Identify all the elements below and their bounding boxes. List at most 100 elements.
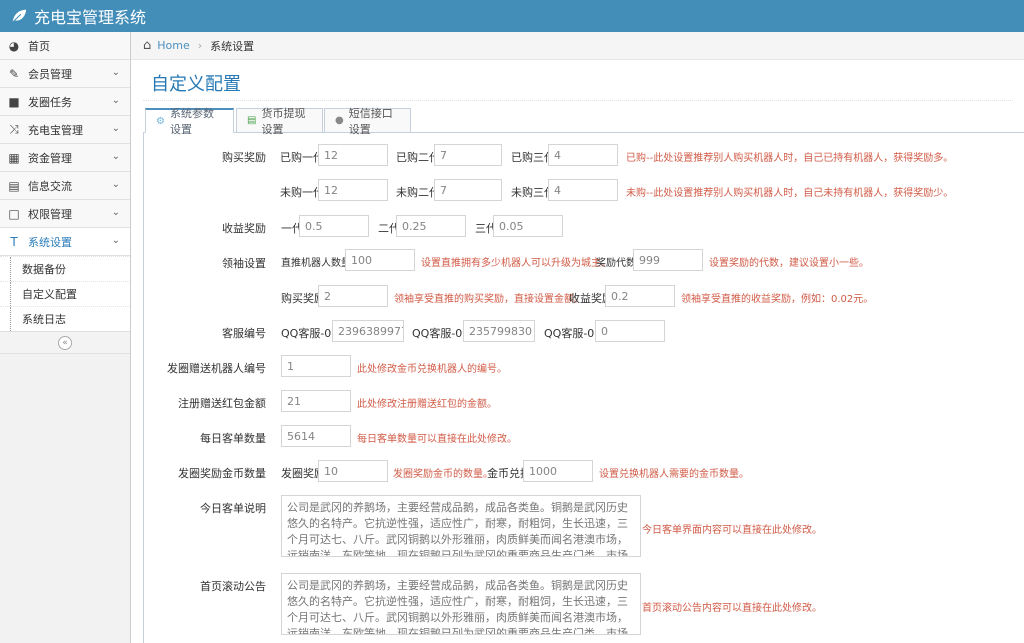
text-icon: T (10, 234, 18, 249)
home-notice-textarea[interactable] (281, 573, 641, 635)
system-params-form: 购买奖励 已购一代 已购二代 已购三代 已购--此处设置推荐别人购买机器人时，自… (143, 133, 1024, 643)
sidebar-item-funds[interactable]: ▦ 资金管理 ⌄ (0, 144, 130, 172)
sidebar: ◕ 首页 ✎ 会员管理 ⌄ ■ 发圈任务 ⌄ ⤨ 充电宝管理 ⌄ ▦ 资金管理 … (0, 32, 131, 643)
list-icon: ▤ (8, 178, 20, 193)
income-reward-label: 收益奖励 (222, 222, 266, 235)
tab-system-params[interactable]: ⚙ 系统参数设置 (145, 107, 234, 136)
chevron-down-icon: ⌄ (111, 151, 120, 162)
chevron-down-icon: ⌄ (111, 207, 120, 218)
random-icon: ⤨ (9, 122, 19, 136)
leader-income-input[interactable] (605, 285, 675, 307)
unbought-gen3-input[interactable] (548, 179, 618, 201)
page-title: 自定义配置 (151, 74, 241, 95)
sidebar-item-home[interactable]: ◕ 首页 (0, 32, 130, 60)
daily-orders-hint: 每日客单数量可以直接在此处修改。 (357, 434, 517, 445)
app-title[interactable]: 充电宝管理系统 (34, 4, 146, 28)
home-notice-label: 首页滚动公告 (200, 580, 266, 593)
today-desc-textarea[interactable] (281, 495, 641, 557)
coin-exchange-hint: 设置兑换机器人需要的金币数量。 (599, 469, 749, 480)
submenu-item-system-log[interactable]: 系统日志 (0, 306, 130, 331)
direct-count-hint: 设置直推拥有多少机器人可以升级为城主。 (421, 258, 611, 269)
leader-buy-hint: 领袖享受直推的购买奖励，直接设置金额。 (394, 294, 584, 305)
breadcrumb: ⌂ Home › 系统设置 (131, 32, 1024, 60)
sidebar-item-label: 会员管理 (28, 67, 72, 81)
breadcrumb-separator-icon: › (197, 39, 203, 52)
bought-gen2-input[interactable] (434, 144, 502, 166)
register-gift-label: 注册赠送红包金额 (178, 397, 266, 410)
tab-sms-settings[interactable]: ● 短信接口设置 (324, 107, 411, 136)
service-003-input[interactable] (595, 320, 665, 342)
circle-reward-hint: 发圈奖励金币的数量。 (393, 469, 493, 480)
income-gen3-input[interactable] (493, 215, 563, 237)
sidebar-item-label: 资金管理 (28, 151, 72, 165)
tab-bar: ⚙ 系统参数设置 ▤ 货币提现设置 ● 短信接口设置 (143, 107, 1024, 136)
leader-label: 领袖设置 (222, 257, 266, 270)
unbought-hint: 未购--此处设置推荐别人购买机器人时，自己未持有机器人，获得奖励少。 (626, 188, 954, 199)
breadcrumb-current: 系统设置 (210, 39, 255, 53)
chevron-down-icon: ⌄ (111, 123, 120, 134)
unbought-gen1-input[interactable] (318, 179, 388, 201)
coin-amount-label: 发圈奖励金币数量 (178, 467, 266, 480)
leaf-icon (12, 9, 27, 23)
reward-generations-input[interactable] (633, 249, 703, 271)
daily-orders-input[interactable] (281, 425, 351, 447)
sidebar-item-messages[interactable]: ▤ 信息交流 ⌄ (0, 172, 130, 200)
bought-gen1-input[interactable] (318, 144, 388, 166)
sidebar-item-tasks[interactable]: ■ 发圈任务 ⌄ (0, 88, 130, 116)
sidebar-item-label: 首页 (28, 39, 50, 53)
sidebar-item-powerbank[interactable]: ⤨ 充电宝管理 ⌄ (0, 116, 130, 144)
today-desc-label: 今日客单说明 (200, 502, 266, 515)
home-icon: ⌂ (143, 38, 152, 53)
bought-gen3-input[interactable] (548, 144, 618, 166)
sidebar-item-permissions[interactable]: □ 权限管理 ⌄ (0, 200, 130, 228)
service-001-input[interactable] (332, 320, 404, 342)
settings-submenu: 数据备份 自定义配置 系统日志 (0, 256, 130, 332)
today-desc-hint: 今日客单界面内容可以直接在此处修改。 (642, 525, 822, 536)
chevron-down-icon: ⌄ (111, 67, 120, 78)
sidebar-item-label: 充电宝管理 (28, 123, 83, 137)
collapse-sidebar-button[interactable]: « (58, 335, 72, 350)
sidebar-item-label: 系统设置 (28, 235, 72, 249)
leader-income-hint: 领袖享受直推的收益奖励，例如：0.02元。 (681, 294, 874, 305)
circle-reward-input[interactable] (318, 460, 388, 482)
edit-icon: ✎ (8, 66, 20, 81)
file-icon: □ (8, 206, 20, 221)
sidebar-collapse-bar: « (0, 332, 130, 354)
service-002-input[interactable] (463, 320, 535, 342)
leader-buy-input[interactable] (318, 285, 388, 307)
sidebar-item-label: 权限管理 (28, 207, 72, 221)
gift-robot-hint: 此处修改金币兑换机器人的编号。 (357, 364, 507, 375)
sidebar-item-members[interactable]: ✎ 会员管理 ⌄ (0, 60, 130, 88)
bought-hint: 已购--此处设置推荐别人购买机器人时，自己已持有机器人，获得奖励多。 (626, 153, 954, 164)
chevron-down-icon: ⌄ (111, 179, 120, 190)
buy-reward-label: 购买奖励 (222, 151, 266, 164)
calendar-icon: ▦ (8, 150, 20, 165)
chevron-down-icon: ⌄ (111, 95, 120, 106)
sidebar-item-label: 发圈任务 (28, 95, 72, 109)
book-icon: ■ (8, 94, 20, 109)
unbought-gen2-input[interactable] (434, 179, 502, 201)
tab-withdraw-settings[interactable]: ▤ 货币提现设置 (236, 107, 323, 136)
daily-orders-label: 每日客单数量 (200, 432, 266, 445)
sidebar-item-settings[interactable]: T 系统设置 ⌄ (0, 228, 130, 256)
register-gift-hint: 此处修改注册赠送红包的金额。 (357, 399, 497, 410)
sidebar-item-label: 信息交流 (28, 179, 72, 193)
submenu-item-custom-config[interactable]: 自定义配置 (0, 281, 130, 306)
direct-count-label: 直推机器人数量 (281, 258, 351, 269)
coin-exchange-input[interactable] (523, 460, 593, 482)
title-divider (143, 100, 1013, 101)
income-gen1-input[interactable] (299, 215, 369, 237)
service-label: 客服编号 (222, 327, 266, 340)
breadcrumb-home-link[interactable]: Home (157, 39, 189, 52)
register-gift-input[interactable] (281, 390, 351, 412)
gift-robot-input[interactable] (281, 355, 351, 377)
income-gen2-input[interactable] (396, 215, 466, 237)
direct-count-input[interactable] (345, 249, 415, 271)
submenu-item-backup[interactable]: 数据备份 (0, 256, 130, 281)
reward-generations-label: 奖励代数 (596, 258, 636, 269)
chevron-down-icon: ⌄ (111, 235, 120, 246)
cogs-icon: ⚙ (156, 115, 165, 127)
home-notice-hint: 首页滚动公告内容可以直接在此处修改。 (642, 603, 822, 614)
reward-generations-hint: 设置奖励的代数，建议设置小一些。 (709, 258, 869, 269)
top-navbar: 充电宝管理系统 (0, 0, 1024, 32)
